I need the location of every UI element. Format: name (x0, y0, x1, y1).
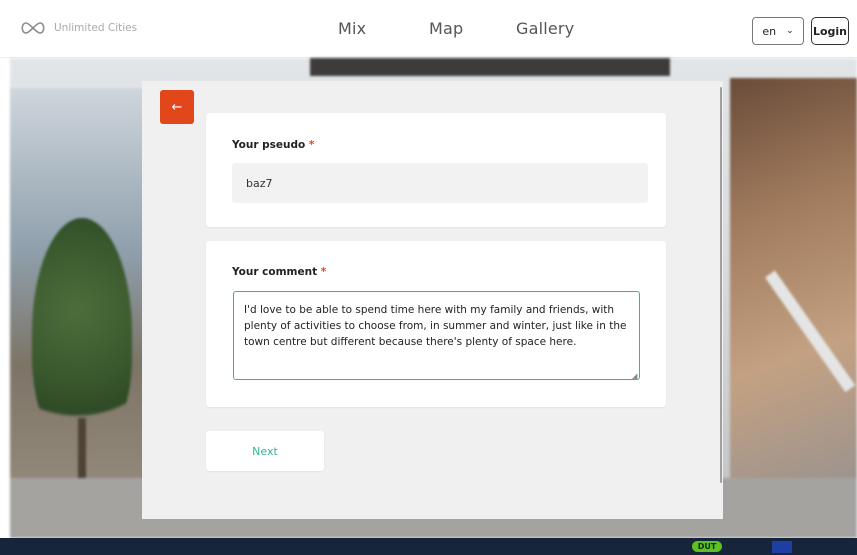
next-button[interactable]: Next (206, 431, 324, 471)
nav-mix[interactable]: Mix (338, 19, 366, 38)
comment-textarea[interactable]: I'd love to be able to spend time here w… (233, 291, 640, 380)
panel-scrollbar[interactable] (720, 87, 722, 483)
logo[interactable]: Unlimited Cities (18, 20, 137, 36)
comment-label: Your comment * (232, 266, 326, 278)
pseudo-input[interactable]: baz7 (232, 163, 648, 203)
language-select[interactable]: en ⌄ (752, 17, 804, 45)
arrow-left-icon: ← (171, 99, 183, 115)
background-roof (310, 58, 670, 76)
eu-flag-icon (772, 541, 792, 553)
logo-text: Unlimited Cities (54, 22, 138, 34)
language-value: en (762, 24, 777, 38)
required-marker: * (320, 266, 327, 278)
nav-map[interactable]: Map (429, 19, 463, 38)
top-bar: Unlimited Cities Mix Map Gallery en ⌄ Lo… (0, 0, 857, 58)
footer-bar (0, 538, 857, 555)
nav-gallery[interactable]: Gallery (516, 19, 574, 38)
background-tree (32, 218, 132, 448)
login-button[interactable]: Login (811, 17, 849, 45)
required-marker: * (308, 139, 315, 151)
back-button[interactable]: ← (160, 90, 194, 124)
dut-badge: DUT (692, 541, 722, 552)
pseudo-label-text: Your pseudo (232, 139, 306, 151)
pseudo-label: Your pseudo * (232, 139, 314, 151)
chevron-down-icon: ⌄ (786, 26, 794, 36)
infinity-logo-icon (21, 22, 45, 34)
resize-handle-icon[interactable]: ◢ (632, 372, 637, 380)
comment-label-text: Your comment (232, 266, 318, 278)
